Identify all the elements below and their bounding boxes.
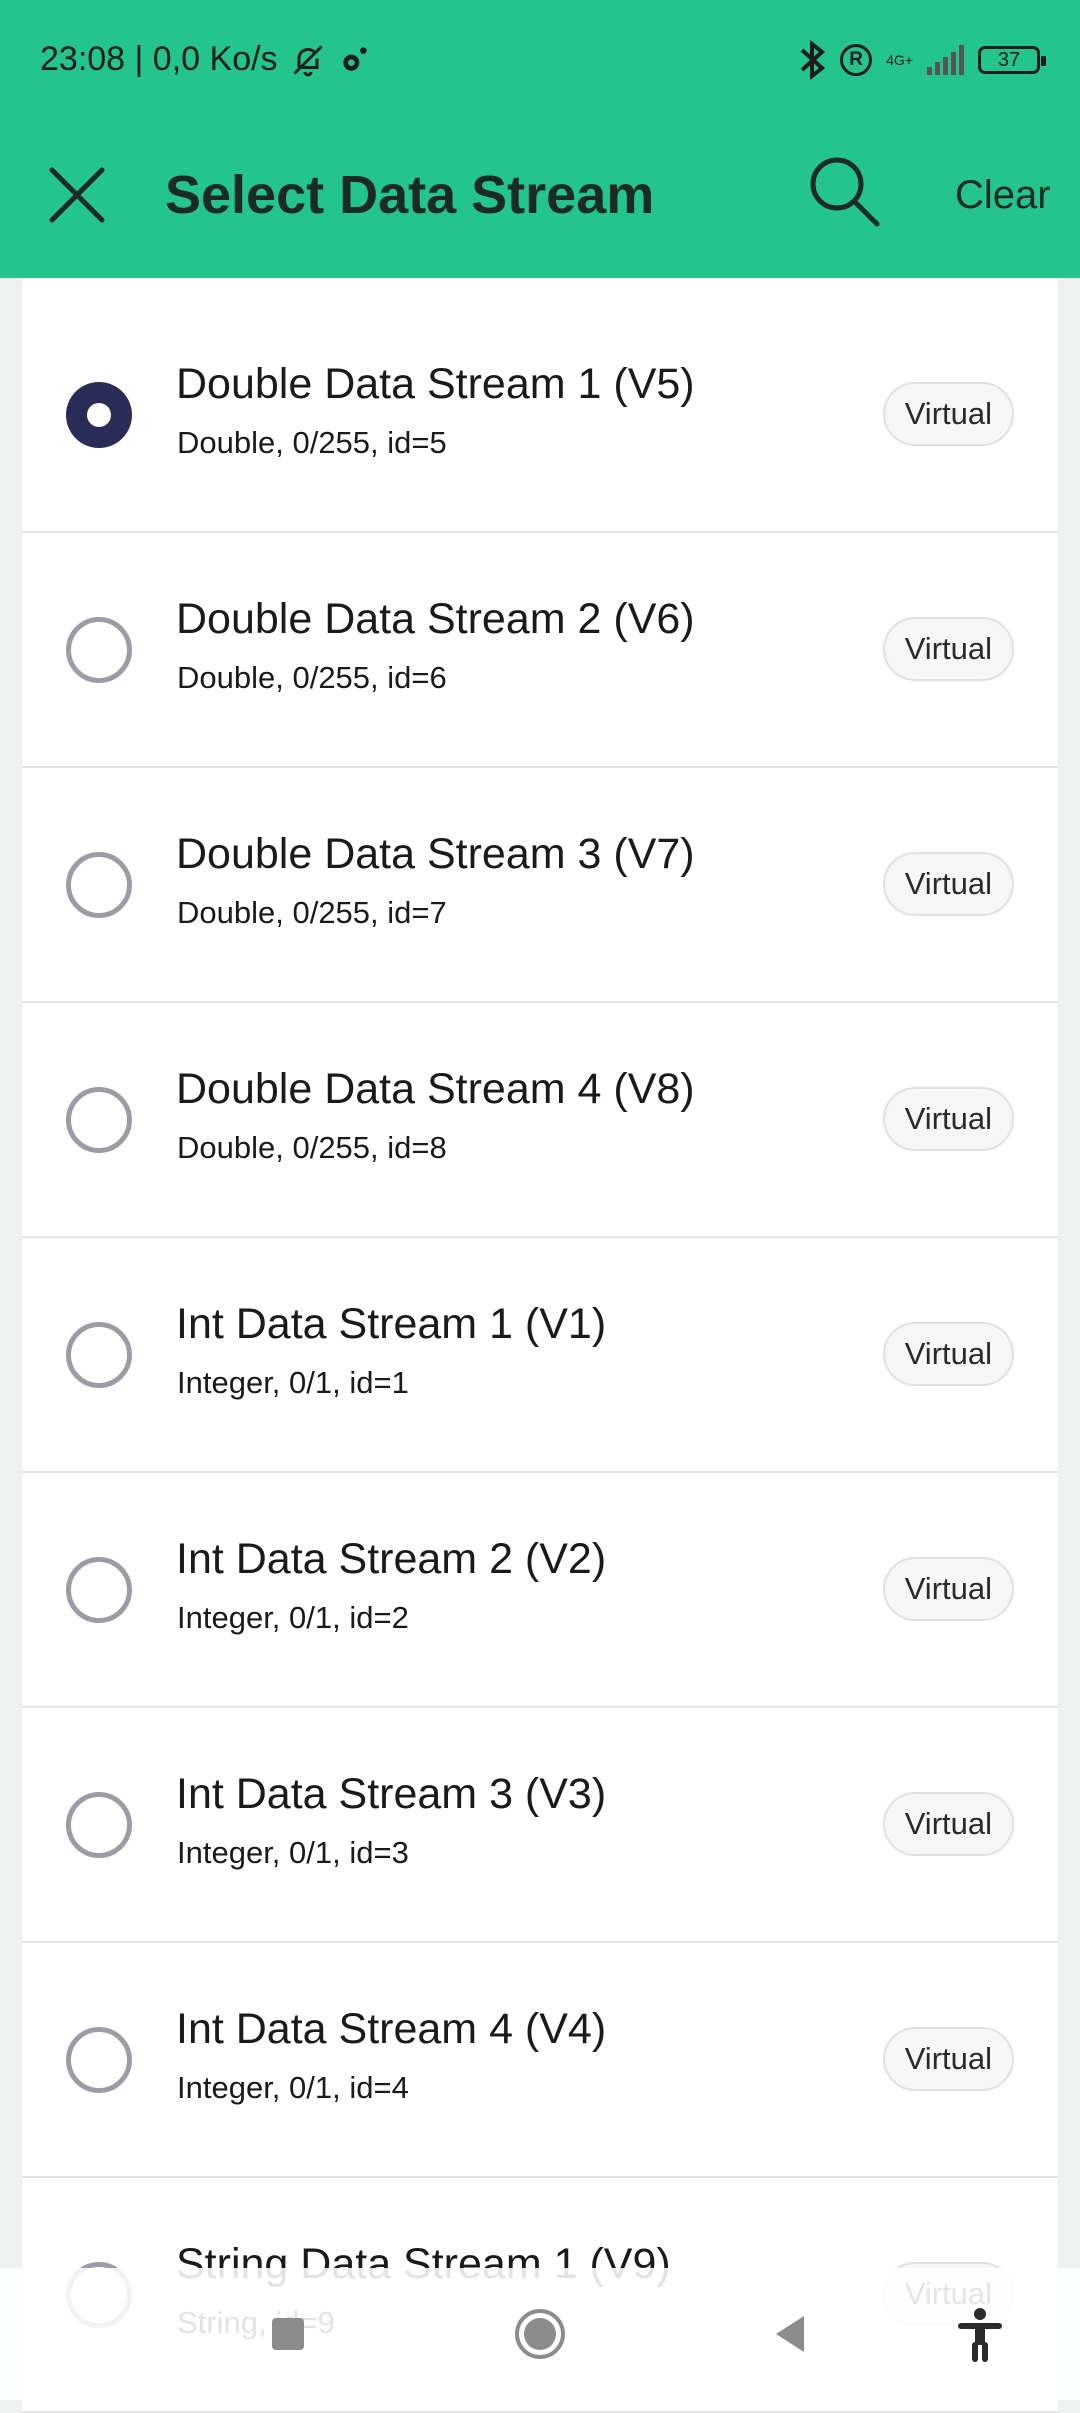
network-type-indicator: 4G+ [886,53,913,67]
close-button[interactable] [40,158,114,232]
stream-type-badge: Virtual [882,1557,1014,1621]
top-bar: 23:08 | 0,0 Ko/s R 4G+ 37 Select Data St… [0,0,1080,278]
radio-unselected[interactable] [66,1322,132,1388]
stream-subtitle: Integer, 0/1, id=3 [177,1835,409,1870]
list-top-edge [22,278,1058,299]
circle-icon [515,2309,565,2359]
stream-name: Double Data Stream 3 (V7) [176,830,695,878]
status-left: 23:08 | 0,0 Ko/s [40,40,370,79]
nav-recents-button[interactable] [258,2304,318,2364]
stream-list-item[interactable]: Int Data Stream 3 (V3) Integer, 0/1, id=3… [22,1708,1058,1943]
status-bar: 23:08 | 0,0 Ko/s R 4G+ 37 [0,0,1080,130]
search-icon [810,157,880,227]
status-right: R 4G+ 37 [798,40,1046,80]
nav-home-button[interactable] [510,2304,570,2364]
radio-unselected[interactable] [66,1792,132,1858]
stream-subtitle: Integer, 0/1, id=4 [177,2070,409,2105]
stream-subtitle: Double, 0/255, id=8 [177,1130,447,1165]
stream-subtitle: Integer, 0/1, id=2 [177,1600,409,1635]
stream-type-badge: Virtual [882,1087,1014,1151]
battery-level: 37 [997,48,1021,71]
signal-icon [927,45,964,75]
stream-name: Int Data Stream 1 (V1) [176,1300,607,1348]
stream-type-badge: Virtual [882,1322,1014,1386]
stream-list-item[interactable]: Double Data Stream 4 (V8) Double, 0/255, … [22,1003,1058,1238]
stream-subtitle: Integer, 0/1, id=1 [177,1365,409,1400]
stream-list-item[interactable]: Int Data Stream 1 (V1) Integer, 0/1, id=1… [22,1238,1058,1473]
stream-type-badge: Virtual [882,2027,1014,2091]
square-icon [272,2318,304,2350]
bell-muted-icon [293,44,323,76]
bluetooth-icon [800,40,826,80]
accessibility-button[interactable] [950,2304,1010,2364]
stream-name: Double Data Stream 1 (V5) [176,360,695,408]
stream-name: Int Data Stream 4 (V4) [176,2005,607,2053]
stream-name: Double Data Stream 4 (V8) [176,1065,695,1113]
stream-list: Double Data Stream 1 (V5) Double, 0/255, … [22,298,1058,2413]
stream-subtitle: Double, 0/255, id=5 [177,425,447,460]
stream-list-item[interactable]: Double Data Stream 3 (V7) Double, 0/255, … [22,768,1058,1003]
radio-unselected[interactable] [66,617,132,683]
stream-list-item[interactable]: Int Data Stream 4 (V4) Integer, 0/1, id=4… [22,1943,1058,2178]
network-type-label: 4G+ [886,52,913,68]
battery-icon: 37 [978,46,1046,74]
stream-subtitle: Double, 0/255, id=7 [177,895,447,930]
stream-list-item[interactable]: Int Data Stream 2 (V2) Integer, 0/1, id=2… [22,1473,1058,1708]
settings-sync-icon [342,46,367,71]
radio-unselected[interactable] [66,2027,132,2093]
stream-subtitle: Double, 0/255, id=6 [177,660,447,695]
stream-name: Int Data Stream 3 (V3) [176,1770,607,1818]
page-title: Select Data Stream [165,165,655,225]
accessibility-icon [958,2308,1002,2362]
stream-type-badge: Virtual [882,1792,1014,1856]
stream-type-badge: Virtual [882,617,1014,681]
radio-selected[interactable] [66,382,132,448]
stream-name: Double Data Stream 2 (V6) [176,595,695,643]
nav-back-button[interactable] [760,2304,820,2364]
clear-button[interactable]: Clear [955,165,1051,225]
status-time-speed: 23:08 | 0,0 Ko/s [40,40,278,78]
stream-list-item[interactable]: Double Data Stream 1 (V5) Double, 0/255, … [22,298,1058,533]
registered-icon: R [840,44,873,76]
radio-unselected[interactable] [66,1087,132,1153]
radio-unselected[interactable] [66,852,132,918]
stream-name: Int Data Stream 2 (V2) [176,1535,607,1583]
search-button[interactable] [805,152,885,232]
app-bar: Select Data Stream Clear [0,130,1080,260]
system-nav-bar [0,2268,1080,2400]
close-icon [49,167,105,223]
stream-list-item[interactable]: Double Data Stream 2 (V6) Double, 0/255, … [22,533,1058,768]
triangle-back-icon [776,2316,804,2352]
stream-type-badge: Virtual [882,382,1014,446]
stream-type-badge: Virtual [882,852,1014,916]
radio-unselected[interactable] [66,1557,132,1623]
